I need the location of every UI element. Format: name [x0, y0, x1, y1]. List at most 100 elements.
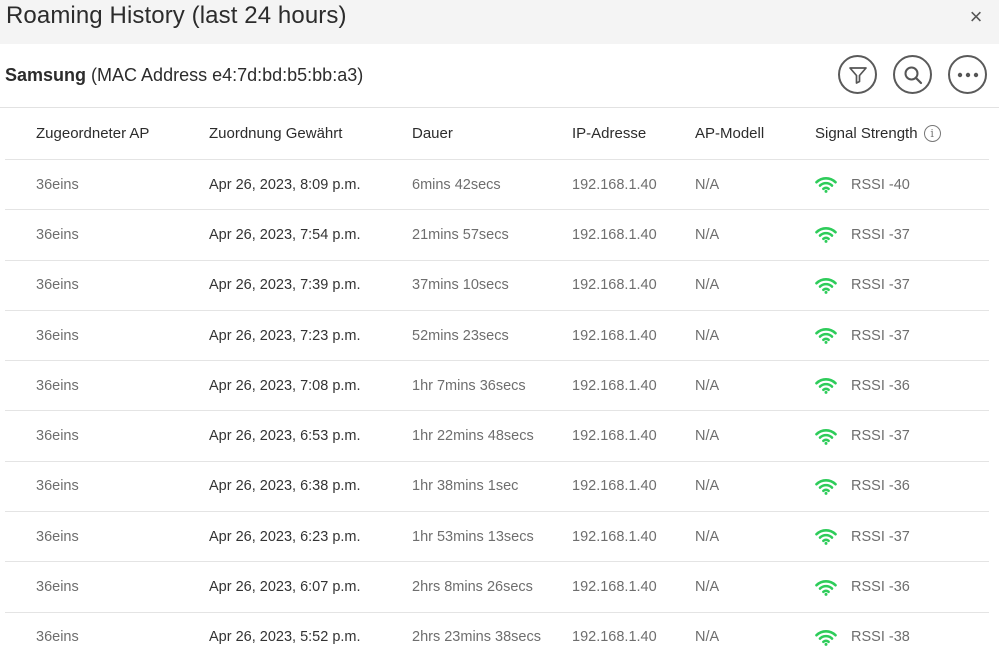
device-mac: (MAC Address e4:7d:bd:b5:bb:a3)	[91, 65, 364, 85]
device-header: Samsung (MAC Address e4:7d:bd:b5:bb:a3)	[0, 44, 999, 108]
table-row[interactable]: 36eins Apr 26, 2023, 6:07 p.m. 2hrs 8mins …	[5, 562, 989, 613]
signal-value: RSSI -37	[851, 277, 910, 294]
cell-signal: RSSI -37	[815, 210, 910, 259]
cell-duration: 1hr 53mins 13secs	[412, 528, 534, 545]
table-row[interactable]: 36eins Apr 26, 2023, 5:52 p.m. 2hrs 23mins…	[5, 613, 989, 657]
cell-ip: 192.168.1.40	[572, 277, 657, 294]
info-icon[interactable]: i	[923, 125, 941, 142]
cell-duration: 1hr 7mins 36secs	[412, 377, 526, 394]
cell-signal: RSSI -36	[815, 462, 910, 511]
cell-signal: RSSI -36	[815, 562, 910, 611]
cell-signal: RSSI -37	[815, 512, 910, 561]
cell-granted: Apr 26, 2023, 7:23 p.m.	[209, 327, 361, 344]
cell-model: N/A	[695, 428, 720, 445]
device-info: Samsung (MAC Address e4:7d:bd:b5:bb:a3)	[5, 65, 363, 86]
cell-ap: 36eins	[36, 629, 79, 646]
cell-duration: 37mins 10secs	[412, 277, 509, 294]
signal-value: RSSI -36	[851, 579, 910, 596]
cell-ap: 36eins	[36, 226, 79, 243]
cell-signal: RSSI -40	[815, 160, 910, 209]
table-row[interactable]: 36eins Apr 26, 2023, 7:23 p.m. 52mins 23se…	[5, 311, 989, 362]
wifi-signal-icon	[815, 277, 837, 294]
cell-granted: Apr 26, 2023, 6:53 p.m.	[209, 428, 361, 445]
table-row[interactable]: 36eins Apr 26, 2023, 6:38 p.m. 1hr 38mins …	[5, 462, 989, 513]
cell-model: N/A	[695, 176, 720, 193]
filter-button[interactable]	[838, 55, 877, 94]
cell-ip: 192.168.1.40	[572, 176, 657, 193]
wifi-signal-icon	[815, 629, 837, 646]
roaming-table: Zugeordneter AP Zuordnung Gewährt Dauer …	[5, 108, 989, 657]
cell-ip: 192.168.1.40	[572, 528, 657, 545]
cell-granted: Apr 26, 2023, 5:52 p.m.	[209, 629, 361, 646]
search-icon	[904, 66, 922, 84]
column-header-ap[interactable]: Zugeordneter AP	[36, 108, 149, 159]
table-body: 36eins Apr 26, 2023, 8:09 p.m. 6mins 42sec…	[5, 160, 989, 657]
cell-granted: Apr 26, 2023, 7:39 p.m.	[209, 277, 361, 294]
cell-granted: Apr 26, 2023, 6:38 p.m.	[209, 478, 361, 495]
cell-granted: Apr 26, 2023, 6:07 p.m.	[209, 579, 361, 596]
cell-duration: 6mins 42secs	[412, 176, 501, 193]
cell-ap: 36eins	[36, 327, 79, 344]
device-name: Samsung	[5, 65, 87, 85]
cell-signal: RSSI -37	[815, 261, 910, 310]
cell-ip: 192.168.1.40	[572, 327, 657, 344]
cell-ip: 192.168.1.40	[572, 629, 657, 646]
cell-ip: 192.168.1.40	[572, 579, 657, 596]
cell-ap: 36eins	[36, 528, 79, 545]
close-icon[interactable]: ×	[965, 6, 987, 28]
wifi-signal-icon	[815, 177, 837, 194]
wifi-signal-icon	[815, 579, 837, 596]
filter-icon	[848, 66, 867, 84]
cell-model: N/A	[695, 528, 720, 545]
cell-ip: 192.168.1.40	[572, 377, 657, 394]
cell-granted: Apr 26, 2023, 7:54 p.m.	[209, 226, 361, 243]
signal-value: RSSI -36	[851, 478, 910, 495]
signal-value: RSSI -37	[851, 327, 910, 344]
table-row[interactable]: 36eins Apr 26, 2023, 6:53 p.m. 1hr 22mins …	[5, 411, 989, 462]
cell-granted: Apr 26, 2023, 6:23 p.m.	[209, 528, 361, 545]
signal-value: RSSI -37	[851, 428, 910, 445]
cell-signal: RSSI -37	[815, 411, 910, 460]
cell-granted: Apr 26, 2023, 8:09 p.m.	[209, 176, 361, 193]
more-icon	[957, 72, 978, 77]
wifi-signal-icon	[815, 378, 837, 395]
cell-signal: RSSI -38	[815, 613, 910, 657]
cell-ip: 192.168.1.40	[572, 428, 657, 445]
cell-ip: 192.168.1.40	[572, 478, 657, 495]
cell-model: N/A	[695, 226, 720, 243]
wifi-signal-icon	[815, 428, 837, 445]
signal-value: RSSI -36	[851, 377, 910, 394]
cell-model: N/A	[695, 377, 720, 394]
column-header-ip[interactable]: IP-Adresse	[572, 108, 646, 159]
dialog-title: Roaming History (last 24 hours)	[6, 2, 347, 29]
cell-duration: 52mins 23secs	[412, 327, 509, 344]
column-header-granted[interactable]: Zuordnung Gewährt	[209, 108, 342, 159]
search-button[interactable]	[893, 55, 932, 94]
cell-granted: Apr 26, 2023, 7:08 p.m.	[209, 377, 361, 394]
table-row[interactable]: 36eins Apr 26, 2023, 7:39 p.m. 37mins 10se…	[5, 261, 989, 311]
cell-ap: 36eins	[36, 277, 79, 294]
cell-model: N/A	[695, 629, 720, 646]
table-row[interactable]: 36eins Apr 26, 2023, 7:08 p.m. 1hr 7mins 3…	[5, 361, 989, 412]
wifi-signal-icon	[815, 328, 837, 344]
table-header: Zugeordneter AP Zuordnung Gewährt Dauer …	[5, 108, 989, 160]
cell-duration: 1hr 22mins 48secs	[412, 428, 534, 445]
cell-duration: 21mins 57secs	[412, 226, 509, 243]
signal-value: RSSI -40	[851, 176, 910, 193]
column-header-signal-label: Signal Strength	[815, 125, 918, 142]
table-row[interactable]: 36eins Apr 26, 2023, 7:54 p.m. 21mins 57se…	[5, 210, 989, 261]
cell-ap: 36eins	[36, 478, 79, 495]
table-row[interactable]: 36eins Apr 26, 2023, 6:23 p.m. 1hr 53mins …	[5, 512, 989, 563]
column-header-model[interactable]: AP-Modell	[695, 108, 764, 159]
column-header-duration[interactable]: Dauer	[412, 108, 453, 159]
table-row[interactable]: 36eins Apr 26, 2023, 8:09 p.m. 6mins 42sec…	[5, 160, 989, 211]
cell-ip: 192.168.1.40	[572, 226, 657, 243]
column-header-signal[interactable]: Signal Strength i	[815, 108, 941, 159]
cell-model: N/A	[695, 327, 720, 344]
cell-signal: RSSI -36	[815, 361, 910, 410]
more-options-button[interactable]	[948, 55, 987, 94]
cell-ap: 36eins	[36, 176, 79, 193]
cell-duration: 2hrs 8mins 26secs	[412, 579, 533, 596]
cell-signal: RSSI -37	[815, 311, 910, 360]
cell-model: N/A	[695, 478, 720, 495]
